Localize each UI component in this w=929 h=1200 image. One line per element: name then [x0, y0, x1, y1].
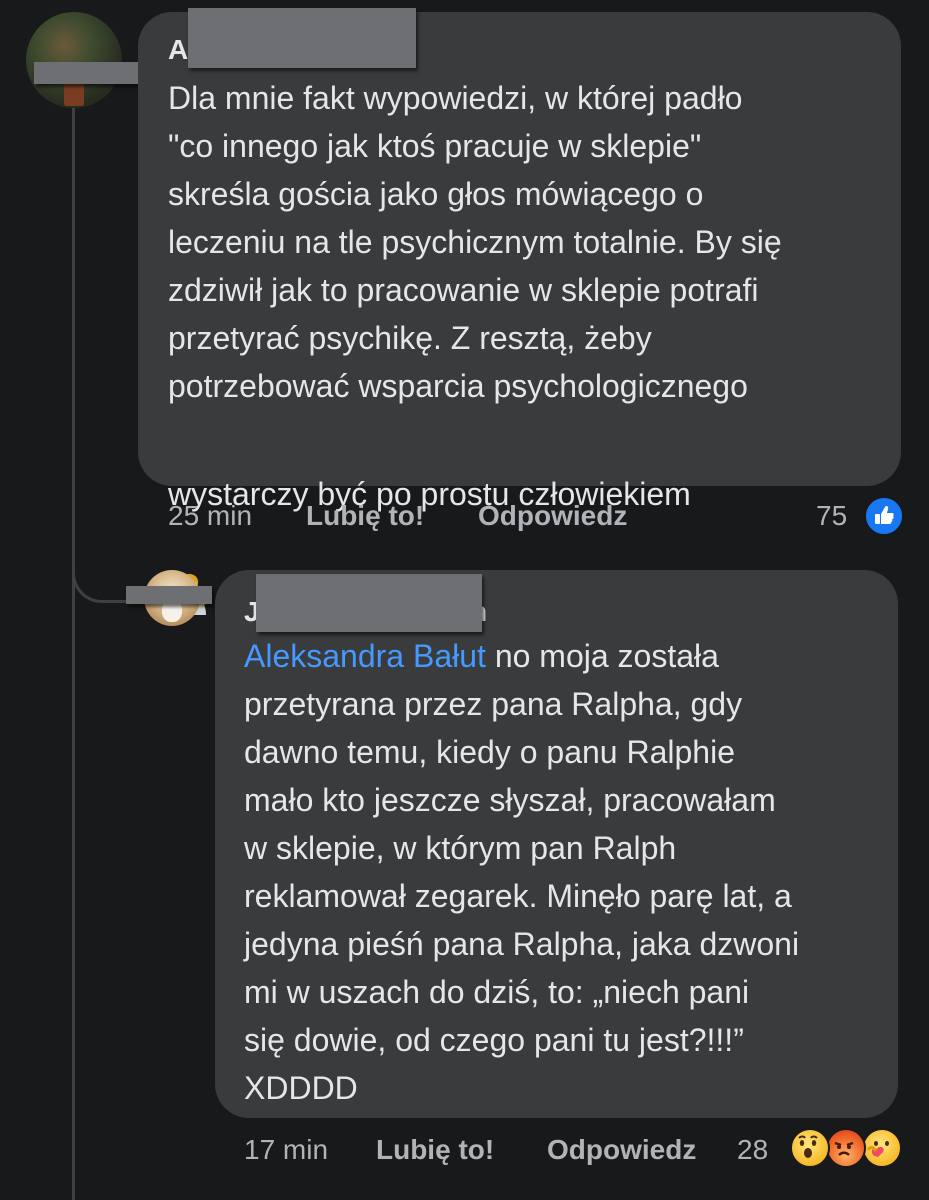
- comment-time: 17 min: [244, 1134, 329, 1165]
- like-icon[interactable]: [864, 496, 904, 536]
- avatar[interactable]: [26, 12, 122, 108]
- reaction-count[interactable]: 28: [737, 1134, 768, 1166]
- reply-button[interactable]: Odpowiedz: [547, 1134, 696, 1166]
- comment-text: przetyrana przez pana Ralpha, gdy dawno …: [244, 686, 800, 1106]
- comment-author[interactable]: A: [168, 34, 188, 66]
- comment-text-first-line: Aleksandra Bałut no moja została: [244, 632, 884, 680]
- reply-button[interactable]: Odpowiedz: [478, 500, 627, 532]
- thread-line-vertical: [72, 108, 75, 1200]
- redaction-bar: [34, 62, 150, 84]
- comment-text: Dla mnie fakt wypowiedzi, w której padło…: [168, 80, 782, 404]
- wow-icon[interactable]: [790, 1128, 830, 1168]
- mention-link[interactable]: Aleksandra Bałut: [244, 638, 486, 674]
- angry-icon[interactable]: [826, 1128, 866, 1168]
- like-button[interactable]: Lubię to!: [306, 500, 424, 532]
- redaction-bar: [256, 574, 482, 632]
- comment-text-start: no moja została: [485, 638, 719, 674]
- redaction-bar: [188, 8, 416, 68]
- care-icon[interactable]: [862, 1128, 902, 1168]
- comment-time: 25 min: [168, 500, 253, 531]
- like-button[interactable]: Lubię to!: [376, 1134, 494, 1166]
- comment-text-last-line: wystarczy być po prostu człowiekiem: [168, 422, 888, 615]
- redaction-bar: [126, 586, 212, 604]
- reaction-count[interactable]: 75: [816, 500, 847, 532]
